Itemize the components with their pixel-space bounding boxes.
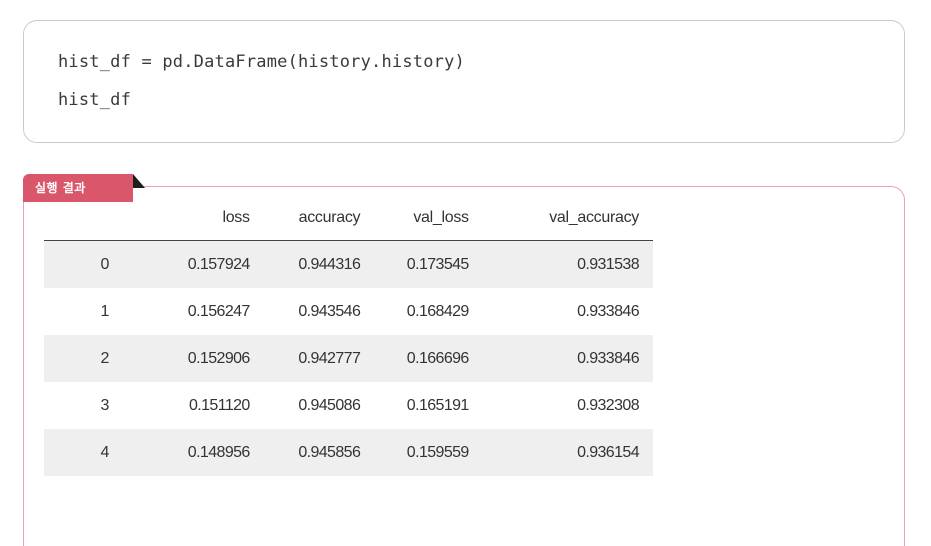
dataframe-table: loss accuracy val_loss val_accuracy 0 0.… (44, 196, 653, 476)
cell-loss: 0.152906 (165, 335, 250, 382)
cell-val-loss: 0.168429 (406, 302, 470, 320)
row-index: 3 (100, 396, 110, 414)
cell-accuracy: 0.942777 (249, 335, 361, 382)
cell-val-accuracy: 0.933846 (577, 302, 640, 320)
cell-val-loss: 0.173545 (360, 240, 469, 288)
table-row: 1 0.156247 0.943546 0.168429 0.933846 (44, 288, 653, 335)
cell-val-loss: 0.166696 (360, 335, 469, 382)
cell-accuracy: 0.945856 (249, 429, 361, 476)
row-index: 1 (100, 302, 110, 320)
row-index: 0 (44, 240, 166, 288)
cell-loss: 0.157924 (165, 240, 250, 288)
cell-loss: 0.151120 (188, 396, 250, 414)
column-header-accuracy: accuracy (249, 196, 361, 241)
table-header-row: loss accuracy val_loss val_accuracy (44, 196, 653, 241)
code-line-2: hist_df (58, 90, 132, 110)
cell-val-loss: 0.165191 (406, 396, 470, 414)
cell-val-accuracy: 0.931538 (468, 240, 653, 288)
table-row: 2 0.152906 0.942777 0.166696 0.933846 (44, 335, 653, 382)
cell-val-accuracy: 0.932308 (577, 396, 640, 414)
cell-loss: 0.156247 (187, 302, 251, 320)
table-row: 4 0.148956 0.945856 0.159559 0.936154 (44, 429, 653, 476)
column-header-loss: loss (165, 196, 250, 241)
code-line-1: hist_df = pd.DataFrame(history.history) (58, 52, 465, 72)
cell-val-accuracy: 0.936154 (468, 429, 653, 476)
cell-val-accuracy: 0.933846 (468, 335, 653, 382)
column-header-index (44, 196, 166, 241)
row-index: 4 (44, 429, 166, 476)
column-header-val-accuracy: val_accuracy (468, 196, 653, 241)
code-cell: hist_df = pd.DataFrame(history.history) … (23, 20, 905, 143)
cell-accuracy: 0.943546 (298, 302, 361, 320)
cell-accuracy: 0.944316 (249, 240, 361, 288)
table-row: 3 0.151120 0.945086 0.165191 0.932308 (44, 382, 653, 429)
cell-loss: 0.148956 (165, 429, 250, 476)
column-header-val-loss: val_loss (360, 196, 469, 241)
cell-accuracy: 0.945086 (298, 396, 361, 414)
tab-corner-decoration (133, 174, 145, 188)
row-index: 2 (44, 335, 166, 382)
table-row: 0 0.157924 0.944316 0.173545 0.931538 (44, 240, 653, 288)
cell-val-loss: 0.159559 (360, 429, 469, 476)
